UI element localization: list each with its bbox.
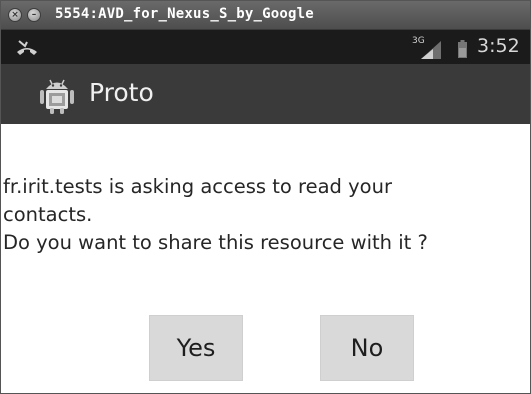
window-close-button[interactable]: × — [8, 8, 22, 22]
close-icon: × — [11, 9, 19, 20]
app-title: Proto — [89, 78, 154, 107]
battery-icon — [458, 40, 467, 58]
window-title-bar: × – 5554:AVD_for_Nexus_S_by_Google — [1, 1, 530, 30]
status-clock: 3:52 — [477, 35, 520, 57]
permission-dialog — [1, 124, 530, 393]
android-robot-icon — [40, 79, 74, 114]
app-action-bar: Proto — [1, 64, 530, 124]
minimize-icon: – — [31, 9, 37, 20]
android-status-bar: 3G 3:52 — [1, 30, 530, 64]
no-button[interactable]: No — [320, 315, 414, 381]
window-minimize-button[interactable]: – — [27, 8, 41, 22]
yes-button[interactable]: Yes — [149, 315, 243, 381]
emulator-window: × – 5554:AVD_for_Nexus_S_by_Google 3G 3:… — [0, 0, 531, 394]
window-title: 5554:AVD_for_Nexus_S_by_Google — [55, 6, 314, 22]
signal-bars-icon — [421, 41, 441, 59]
missed-call-icon[interactable] — [15, 38, 39, 56]
permission-message: fr.irit.tests is asking access to read y… — [3, 175, 428, 254]
